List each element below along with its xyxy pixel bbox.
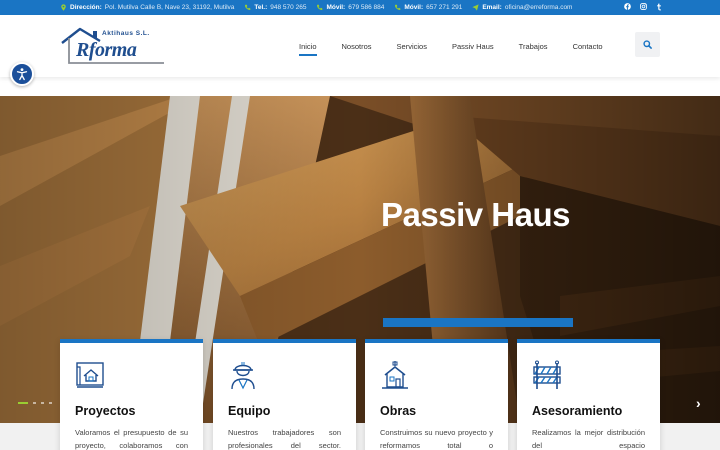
facebook-icon[interactable] [624, 3, 631, 12]
logo-brand-name: Rforma [76, 39, 137, 61]
slider-dot[interactable] [33, 402, 36, 404]
mobile-value-1[interactable]: 679 586 884 [348, 4, 384, 11]
phone-icon [317, 4, 323, 10]
card-title: Equipo [228, 404, 271, 418]
slider-dot[interactable] [49, 402, 52, 404]
service-card-equipo[interactable]: Equipo Nuestros trabajadores son profesi… [213, 339, 356, 450]
nav-item-servicios[interactable]: Servicios [397, 42, 427, 51]
mobile-label-1: Móvil: [326, 4, 346, 11]
main-header: Aktihaus S.L. Rforma Inicio Nosotros Ser… [0, 15, 720, 77]
paper-plane-icon [472, 4, 479, 11]
card-title: Asesoramiento [532, 404, 623, 418]
slider-next-arrow-icon[interactable]: › [696, 395, 701, 411]
card-text: Realizamos la mejor distribución del esp… [532, 428, 645, 450]
nav-item-contacto[interactable]: Contacto [573, 42, 603, 51]
phone-label: Tel.: [254, 4, 268, 11]
location-pin-icon [61, 4, 66, 11]
service-card-proyectos[interactable]: Proyectos Valoramos el presupuesto de su… [60, 339, 203, 450]
tumblr-icon[interactable] [656, 3, 662, 13]
accessibility-button[interactable] [10, 62, 34, 86]
slider-dot[interactable] [41, 402, 44, 404]
email-item[interactable]: Email: oficina@erreforma.com [472, 4, 572, 11]
mobile-item-2[interactable]: Móvil: 657 271 291 [394, 4, 462, 11]
card-title: Proyectos [75, 404, 136, 418]
accessibility-icon [16, 68, 28, 81]
phone-icon [245, 4, 251, 10]
worker-icon [231, 362, 255, 390]
phone-icon [395, 4, 401, 10]
address-item: Dirección: Pol. Mutilva Calle B, Nave 23… [60, 4, 234, 11]
email-label: Email: [482, 4, 502, 11]
address-label: Dirección: [70, 4, 102, 11]
card-title: Obras [380, 404, 417, 418]
slider-dot-active[interactable] [18, 402, 28, 404]
card-text: Valoramos el presupuesto de su proyecto,… [75, 428, 188, 450]
hero-title: Passiv Haus [381, 196, 570, 233]
company-logo[interactable]: Aktihaus S.L. Rforma [60, 27, 166, 67]
search-icon [643, 40, 652, 49]
card-text: Construimos su nuevo proyecto y reformam… [380, 428, 493, 450]
logo-tagline: Aktihaus S.L. [102, 30, 150, 37]
search-button[interactable] [635, 32, 660, 57]
nav-item-trabajos[interactable]: Trabajos [519, 42, 548, 51]
address-value: Pol. Mutilva Calle B, Nave 23, 31192, Mu… [104, 4, 235, 11]
mobile-item-1[interactable]: Móvil: 679 586 884 [316, 4, 384, 11]
slider-dots [18, 402, 52, 404]
nav-item-inicio[interactable]: Inicio [299, 42, 317, 56]
mobile-label-2: Móvil: [404, 4, 424, 11]
barrier-icon [533, 360, 561, 389]
email-value[interactable]: oficina@erreforma.com [505, 4, 573, 11]
card-text: Nuestros trabajadores son profesionales … [228, 428, 341, 450]
mobile-value-2[interactable]: 657 271 291 [426, 4, 462, 11]
house-building-icon [382, 361, 408, 389]
nav-item-nosotros[interactable]: Nosotros [342, 42, 372, 51]
instagram-icon[interactable] [640, 3, 647, 12]
phone-value[interactable]: 948 570 265 [270, 4, 306, 11]
service-card-obras[interactable]: Obras Construimos su nuevo proyecto y re… [365, 339, 508, 450]
service-card-asesoramiento[interactable]: Asesoramiento Realizamos la mejor distri… [517, 339, 660, 450]
top-info-bar: Dirección: Pol. Mutilva Calle B, Nave 23… [0, 0, 720, 15]
nav-item-passiv-haus[interactable]: Passiv Haus [452, 42, 494, 51]
hero-title-highlight [383, 318, 573, 327]
main-navigation: Inicio Nosotros Servicios Passiv Haus Tr… [299, 15, 628, 77]
phone-item[interactable]: Tel.: 948 570 265 [244, 4, 306, 11]
blueprint-house-icon [76, 362, 104, 388]
